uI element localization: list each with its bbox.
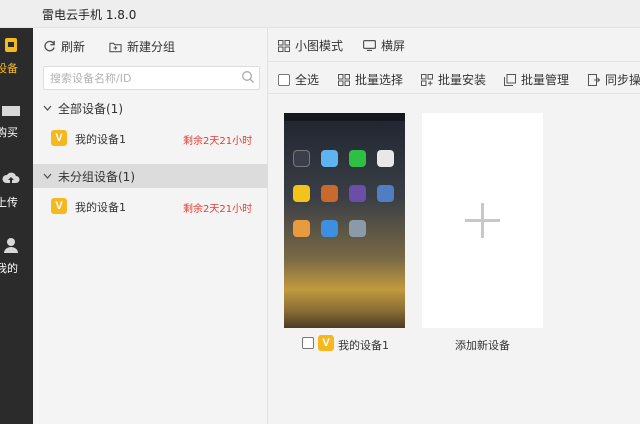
batch-select-label: 批量选择	[355, 73, 404, 87]
device-screen-preview[interactable]	[284, 113, 405, 328]
user-icon	[4, 238, 18, 253]
device-card[interactable]	[284, 113, 405, 328]
app-icon	[321, 220, 338, 237]
search-box	[43, 66, 260, 90]
sync-button[interactable]: 同步操	[588, 71, 640, 88]
panel-toolbar: 刷新 新建分组	[33, 28, 268, 62]
device-checkbox[interactable]	[302, 337, 314, 349]
plus-icon-vertical	[481, 203, 484, 238]
rail-item-buy[interactable]: 购买	[0, 96, 33, 156]
search-icon[interactable]	[241, 70, 255, 84]
rail-item-mine[interactable]: 我的	[0, 232, 33, 292]
new-group-button[interactable]: 新建分组	[109, 38, 175, 55]
checkbox[interactable]	[278, 73, 290, 86]
group-header-ungrouped[interactable]: 未分组设备(1)	[33, 164, 268, 188]
landscape-button[interactable]: 横屏	[363, 37, 405, 54]
app-icon	[321, 185, 338, 202]
grid-icon	[278, 39, 290, 52]
sync-icon	[588, 73, 600, 86]
rail-item-label: 设备	[0, 62, 18, 75]
cloud-upload-icon	[2, 172, 20, 183]
copy-icon	[504, 73, 516, 86]
device-list-item[interactable]: V 我的设备1 剩余2天21小时	[33, 194, 268, 218]
device-list-panel: 刷新 新建分组 全部设备(1) V 我的设备1 剩余2天21小时	[33, 28, 268, 424]
app-icon	[293, 185, 310, 202]
vip-badge: V	[51, 130, 67, 146]
refresh-button[interactable]: 刷新	[43, 38, 85, 55]
nav-rail: 设备 购买 上传 我的	[0, 28, 33, 424]
chevron-down-icon	[43, 173, 52, 179]
batch-select-button[interactable]: 批量选择	[338, 71, 403, 88]
app-icon	[377, 150, 394, 167]
device-icon	[5, 38, 17, 52]
search-input[interactable]	[50, 70, 230, 86]
grid-icon	[338, 73, 350, 86]
rail-item-devices[interactable]: 设备	[0, 30, 33, 90]
phone-status-bar	[284, 113, 405, 121]
device-name: 我的设备1	[75, 133, 126, 146]
new-group-label: 新建分组	[127, 40, 176, 54]
group-label: 全部设备(1)	[58, 101, 123, 116]
group-header-all[interactable]: 全部设备(1)	[33, 96, 268, 120]
apps-icon	[421, 73, 433, 86]
device-name: 我的设备1	[75, 201, 126, 214]
view-toolbar: 小图模式 横屏	[268, 28, 640, 62]
small-mode-button[interactable]: 小图模式	[278, 37, 343, 54]
app-icon	[321, 150, 338, 167]
rail-item-label: 购买	[0, 126, 18, 139]
app-icon	[293, 220, 310, 237]
sync-label: 同步操	[605, 73, 640, 87]
device-card-footer: V 我的设备1	[284, 335, 405, 353]
vip-badge: V	[51, 198, 67, 214]
rail-item-label: 我的	[0, 262, 18, 275]
cart-icon	[2, 106, 20, 116]
select-all-checkbox[interactable]: 全选	[278, 71, 319, 88]
rail-item-label: 上传	[0, 196, 18, 209]
app-icon	[349, 220, 366, 237]
app-icon	[377, 185, 394, 202]
batch-manage-label: 批量管理	[521, 73, 570, 87]
device-name: 我的设备1	[338, 339, 389, 352]
new-folder-icon	[109, 42, 122, 52]
monitor-icon	[363, 40, 376, 51]
landscape-label: 横屏	[381, 39, 406, 53]
refresh-icon	[44, 40, 55, 52]
group-label: 未分组设备(1)	[58, 169, 135, 184]
app-icon	[349, 150, 366, 167]
batch-manage-button[interactable]: 批量管理	[504, 71, 569, 88]
window-title: 雷电云手机 1.8.0	[42, 8, 137, 22]
batch-toolbar: 全选 批量选择 批量安装 批量管理 同步操	[268, 62, 640, 94]
rail-item-upload[interactable]: 上传	[0, 166, 33, 226]
batch-install-button[interactable]: 批量安装	[421, 71, 486, 88]
add-device-label: 添加新设备	[455, 339, 510, 352]
remaining-time: 剩余2天21小时	[183, 136, 253, 147]
device-list-item[interactable]: V 我的设备1 剩余2天21小时	[33, 126, 268, 150]
app-icon	[293, 150, 310, 167]
select-all-label: 全选	[295, 73, 320, 87]
remaining-time: 剩余2天21小时	[183, 204, 253, 215]
main-area: 小图模式 横屏 全选 批量选择 批量安装 批量管理 同步操 V 我的设备1 添加…	[268, 28, 640, 424]
batch-install-label: 批量安装	[438, 73, 487, 87]
small-mode-label: 小图模式	[295, 39, 344, 53]
app-icon	[349, 185, 366, 202]
add-device-card[interactable]	[422, 113, 543, 328]
vip-badge: V	[318, 335, 334, 351]
refresh-label: 刷新	[61, 40, 86, 54]
title-bar: 雷电云手机 1.8.0	[0, 0, 640, 28]
chevron-down-icon	[43, 105, 52, 111]
